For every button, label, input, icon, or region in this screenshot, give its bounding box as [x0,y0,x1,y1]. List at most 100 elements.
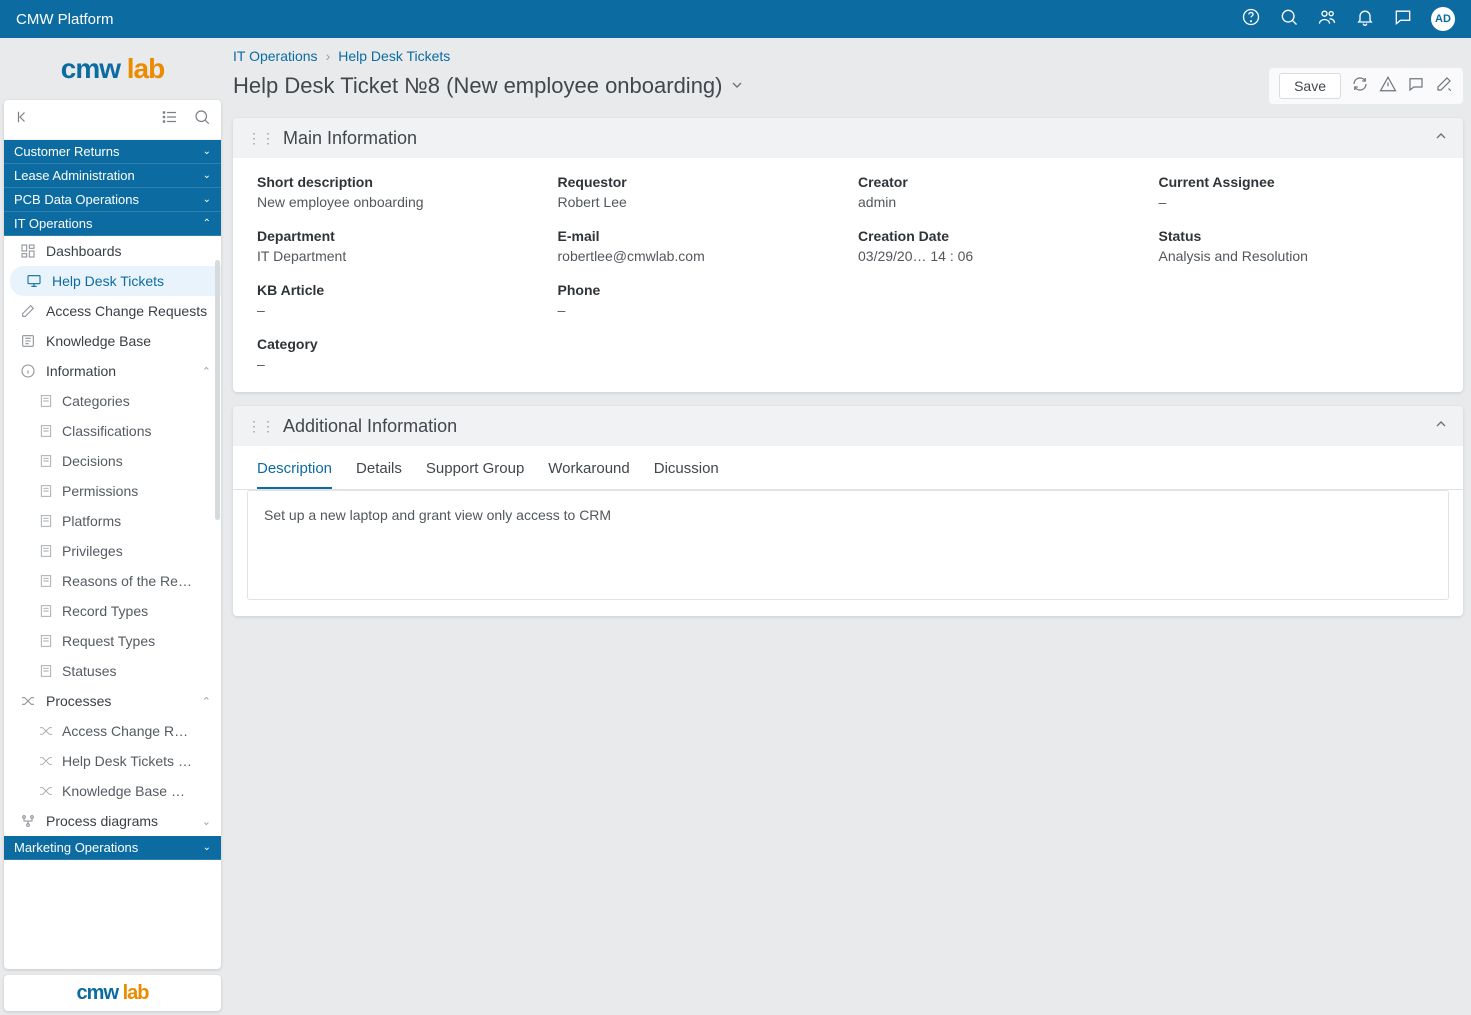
group-diagrams[interactable]: Process diagrams⌄ [4,806,221,836]
label-status: Status [1159,228,1440,244]
edit-dropdown-icon[interactable] [1435,75,1453,98]
left-column: cmw lab Customer Returns⌄ Lease Administ… [0,38,225,1015]
main-area: IT Operations › Help Desk Tickets Help D… [225,38,1471,1015]
comment-icon[interactable] [1407,75,1425,98]
info-classifications[interactable]: Classifications [4,416,221,446]
value-phone: – [558,302,839,318]
avatar[interactable]: AD [1431,7,1455,31]
label-kb: KB Article [257,282,538,298]
proc-helpdesk[interactable]: Help Desk Tickets Pr… [4,746,221,776]
panel-title-addl: Additional Information [283,416,457,437]
doc-icon [38,513,54,529]
info-request-types[interactable]: Request Types [4,626,221,656]
info-decisions[interactable]: Decisions [4,446,221,476]
bell-icon[interactable] [1355,7,1375,32]
label-category: Category [257,336,538,352]
info-privileges[interactable]: Privileges [4,536,221,566]
page-title: Help Desk Ticket №8 (New employee onboar… [233,73,745,99]
info-categories[interactable]: Categories [4,386,221,416]
collapse-panel-icon[interactable] [1433,128,1449,149]
value-creator: admin [858,194,1139,210]
nav-help-desk[interactable]: Help Desk Tickets [10,266,221,296]
tabs: Description Details Support Group Workar… [233,446,1463,490]
proc-access[interactable]: Access Change Requ… [4,716,221,746]
panel-addl-info: ⋮⋮ Additional Information Description Det… [233,406,1463,616]
crumb-it-ops[interactable]: IT Operations [233,48,318,64]
list-icon[interactable] [161,108,179,131]
label-assignee: Current Assignee [1159,174,1440,190]
section-customer-returns[interactable]: Customer Returns⌄ [4,140,221,164]
doc-icon [38,573,54,589]
label-cdate: Creation Date [858,228,1139,244]
shuffle-icon [38,723,54,739]
help-icon[interactable] [1241,7,1261,32]
users-icon[interactable] [1317,7,1337,32]
chat-icon[interactable] [1393,7,1413,32]
group-information[interactable]: Information⌃ [4,356,221,386]
drag-handle-icon[interactable]: ⋮⋮ [247,418,275,435]
footer-logo: cmw lab [4,975,221,1011]
group-processes[interactable]: Processes⌃ [4,686,221,716]
label-requestor: Requestor [558,174,839,190]
collapse-icon[interactable] [14,108,32,131]
warning-icon[interactable] [1379,75,1397,98]
sidebar-scrollbar[interactable] [215,260,220,520]
drag-handle-icon[interactable]: ⋮⋮ [247,130,275,147]
value-dept: IT Department [257,248,538,264]
sidebar-search-icon[interactable] [193,108,211,131]
nav-access-change[interactable]: Access Change Requests [4,296,221,326]
shuffle-icon [20,693,36,709]
value-kb: – [257,302,538,318]
breadcrumb: IT Operations › Help Desk Tickets [233,38,1463,64]
logo: cmw lab [0,38,225,100]
doc-icon [38,663,54,679]
tab-description[interactable]: Description [257,460,332,489]
page-actions: Save [1269,68,1463,104]
topbar-actions: AD [1241,7,1455,32]
proc-kb[interactable]: Knowledge Base Ma… [4,776,221,806]
info-reasons[interactable]: Reasons of the Requ… [4,566,221,596]
label-creator: Creator [858,174,1139,190]
sidebar-toolbar [4,100,221,140]
description-text[interactable]: Set up a new laptop and grant view only … [247,490,1449,600]
dashboard-icon [20,243,36,259]
value-short-desc: New employee onboarding [257,194,538,210]
save-button[interactable]: Save [1279,73,1341,99]
section-marketing[interactable]: Marketing Operations⌄ [4,836,221,860]
refresh-icon[interactable] [1351,75,1369,98]
info-platforms[interactable]: Platforms [4,506,221,536]
doc-icon [38,543,54,559]
value-assignee: – [1159,194,1440,210]
topbar: CMW Platform AD [0,0,1471,38]
doc-icon [38,393,54,409]
nav-dashboards[interactable]: Dashboards [4,236,221,266]
sidebar: Customer Returns⌄ Lease Administration⌄ … [4,100,221,969]
info-statuses[interactable]: Statuses [4,656,221,686]
tab-support-group[interactable]: Support Group [426,460,524,489]
section-it-ops[interactable]: IT Operations⌃ [4,212,221,236]
doc-icon [38,483,54,499]
value-category: – [257,356,538,372]
value-requestor: Robert Lee [558,194,839,210]
crumb-help-desk[interactable]: Help Desk Tickets [338,48,450,64]
label-phone: Phone [558,282,839,298]
info-record-types[interactable]: Record Types [4,596,221,626]
monitor-icon [26,273,42,289]
doc-icon [38,633,54,649]
tab-details[interactable]: Details [356,460,402,489]
chevron-right-icon: › [326,48,331,64]
tab-discussion[interactable]: Dicussion [654,460,719,489]
info-permissions[interactable]: Permissions [4,476,221,506]
label-email: E-mail [558,228,839,244]
section-pcb[interactable]: PCB Data Operations⌄ [4,188,221,212]
nav-knowledge-base[interactable]: Knowledge Base [4,326,221,356]
shuffle-icon [38,783,54,799]
label-short-desc: Short description [257,174,538,190]
book-icon [20,333,36,349]
section-lease-admin[interactable]: Lease Administration⌄ [4,164,221,188]
collapse-panel-icon[interactable] [1433,416,1449,437]
chevron-down-icon[interactable] [729,73,745,99]
tab-workaround[interactable]: Workaround [548,460,629,489]
doc-icon [38,423,54,439]
search-icon[interactable] [1279,7,1299,32]
